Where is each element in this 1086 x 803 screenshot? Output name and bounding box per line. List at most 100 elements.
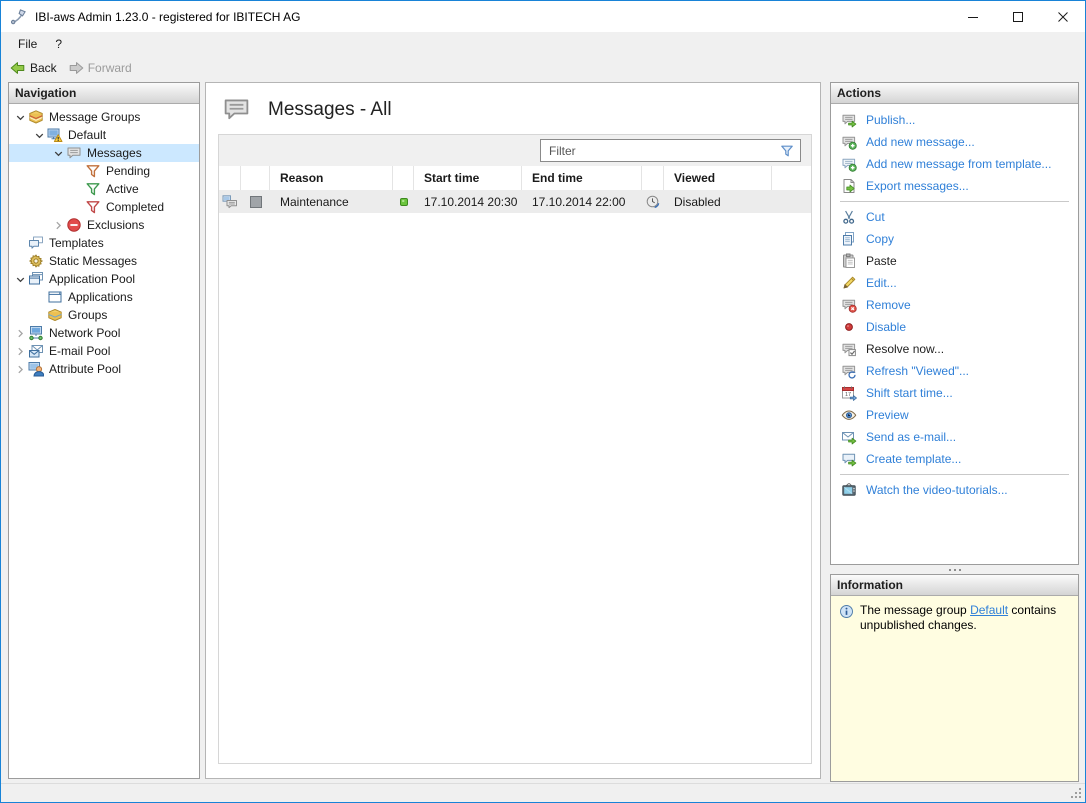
nav-item-label: Messages: [87, 146, 146, 160]
chevron-expanded-icon[interactable]: [13, 272, 28, 287]
default-group-link[interactable]: Default: [970, 603, 1008, 617]
chevron-expanded-icon[interactable]: [13, 110, 28, 125]
column-header-viewed[interactable]: Viewed: [664, 166, 772, 190]
action-label: Preview: [866, 408, 909, 422]
nav-item-templates[interactable]: Templates: [9, 234, 199, 252]
action-publish[interactable]: Publish...: [831, 109, 1078, 131]
expander-spacer: [13, 254, 28, 269]
filter-input[interactable]: [541, 140, 779, 161]
action-disable[interactable]: Disable: [831, 316, 1078, 338]
action-export-messages[interactable]: Export messages...: [831, 175, 1078, 197]
column-header-col-status[interactable]: [393, 166, 414, 190]
shift-start-time-icon: 17: [841, 385, 857, 401]
column-header-start-time[interactable]: Start time: [414, 166, 522, 190]
main-title-row: Messages - All: [206, 83, 820, 124]
nav-item-completed[interactable]: Completed: [9, 198, 199, 216]
actions-separator: [840, 201, 1069, 202]
action-refresh-viewed[interactable]: Refresh "Viewed"...: [831, 360, 1078, 382]
action-shift-start-time[interactable]: 17Shift start time...: [831, 382, 1078, 404]
action-create-template[interactable]: Create template...: [831, 448, 1078, 470]
expander-spacer: [13, 236, 28, 251]
tool-bar: Back Forward: [1, 56, 1085, 79]
nav-item-static-messages[interactable]: Static Messages: [9, 252, 199, 270]
cell-col-status: [393, 194, 414, 210]
network-pool-icon: [28, 325, 44, 341]
nav-item-e-mail-pool[interactable]: E-mail Pool: [9, 342, 199, 360]
nav-item-network-pool[interactable]: Network Pool: [9, 324, 199, 342]
action-watch-the-video-tutorials[interactable]: Watch the video-tutorials...: [831, 479, 1078, 501]
message-group-warning-icon: [47, 127, 63, 143]
nav-item-label: Completed: [106, 200, 168, 214]
expander-spacer: [70, 200, 85, 215]
column-header-end-time[interactable]: End time: [522, 166, 642, 190]
groups-icon: [47, 307, 63, 323]
refresh-viewed-icon: [841, 363, 857, 379]
information-text: The message group Default contains unpub…: [860, 603, 1070, 774]
action-resolve-now[interactable]: Resolve now...: [831, 338, 1078, 360]
info-icon: [839, 604, 854, 619]
menu-file[interactable]: File: [9, 34, 46, 54]
navigation-tree: Message GroupsDefault Messages Pending Acti…: [9, 104, 199, 378]
action-send-as-e-mail[interactable]: Send as e-mail...: [831, 426, 1078, 448]
action-add-new-message[interactable]: Add new message...: [831, 131, 1078, 153]
nav-item-groups[interactable]: Groups: [9, 306, 199, 324]
maximize-button[interactable]: [995, 2, 1040, 32]
nav-item-applications[interactable]: Applications: [9, 288, 199, 306]
column-header-col-viewed-icon[interactable]: [642, 166, 664, 190]
chevron-expanded-icon[interactable]: [51, 146, 66, 161]
chevron-collapsed-icon[interactable]: [13, 344, 28, 359]
forward-arrow-icon: [68, 60, 84, 76]
attribute-pool-icon: [28, 361, 44, 377]
filter-band: [219, 135, 811, 166]
nav-item-pending[interactable]: Pending: [9, 162, 199, 180]
cell-viewed: Disabled: [664, 195, 772, 209]
minimize-button[interactable]: [950, 2, 995, 32]
nav-item-label: Active: [106, 182, 143, 196]
nav-item-messages[interactable]: Messages: [9, 144, 199, 162]
nav-item-message-groups[interactable]: Message Groups: [9, 108, 199, 126]
column-header-col-color[interactable]: [241, 166, 270, 190]
chevron-collapsed-icon[interactable]: [51, 218, 66, 233]
add-message-template-icon: [841, 156, 857, 172]
title-bar: IBI-aws Admin 1.23.0 - registered for IB…: [1, 1, 1085, 32]
table-row[interactable]: Maintenance17.10.2014 20:3017.10.2014 22…: [219, 190, 811, 213]
email-pool-icon: [28, 343, 44, 359]
action-remove[interactable]: Remove: [831, 294, 1078, 316]
chevron-collapsed-icon[interactable]: [13, 362, 28, 377]
close-button[interactable]: [1040, 2, 1085, 32]
back-button[interactable]: Back: [6, 59, 61, 77]
action-preview[interactable]: Preview: [831, 404, 1078, 426]
resize-grip[interactable]: [1070, 787, 1082, 799]
message-groups-icon: [28, 109, 44, 125]
information-panel: Information The message group Default co…: [830, 574, 1079, 782]
forward-button[interactable]: Forward: [64, 59, 136, 77]
resolve-now-icon: [841, 341, 857, 357]
messages-icon: [220, 95, 253, 124]
action-label: Copy: [866, 232, 894, 246]
action-cut[interactable]: Cut: [831, 206, 1078, 228]
expander-spacer: [32, 290, 47, 305]
action-copy[interactable]: Copy: [831, 228, 1078, 250]
menu-help[interactable]: ?: [46, 34, 71, 54]
nav-item-active[interactable]: Active: [9, 180, 199, 198]
filter-funnel-icon[interactable]: [779, 143, 795, 159]
column-header-col-message-type[interactable]: [219, 166, 241, 190]
nav-item-application-pool[interactable]: Application Pool: [9, 270, 199, 288]
chevron-expanded-icon[interactable]: [32, 128, 47, 143]
chevron-collapsed-icon[interactable]: [13, 326, 28, 341]
nav-item-default[interactable]: Default: [9, 126, 199, 144]
nav-item-exclusions[interactable]: Exclusions: [9, 216, 199, 234]
action-paste[interactable]: Paste: [831, 250, 1078, 272]
nav-item-label: Application Pool: [49, 272, 139, 286]
column-header-reason[interactable]: Reason: [270, 166, 393, 190]
action-add-new-message-from-template[interactable]: Add new message from template...: [831, 153, 1078, 175]
funnel-active-icon: [85, 181, 101, 197]
app-icon: [10, 8, 27, 25]
nav-item-label: Templates: [49, 236, 108, 250]
static-messages-icon: [28, 253, 44, 269]
panel-splitter-grip[interactable]: [830, 566, 1079, 573]
video-tutorials-icon: [841, 482, 857, 498]
cut-icon: [841, 209, 857, 225]
nav-item-attribute-pool[interactable]: Attribute Pool: [9, 360, 199, 378]
action-edit[interactable]: Edit...: [831, 272, 1078, 294]
